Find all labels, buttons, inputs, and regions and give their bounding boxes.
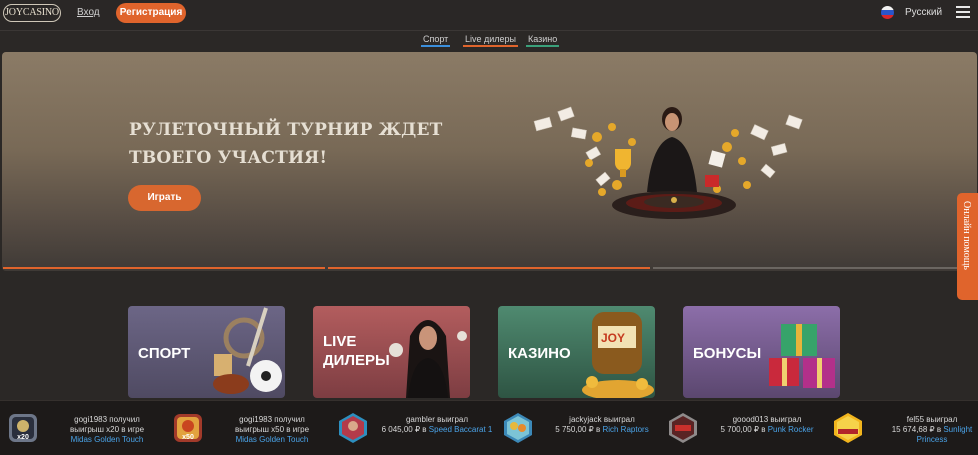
win-5-amount: 5 700,00 ₽ в	[720, 425, 766, 434]
tab-casino-underline	[526, 45, 560, 47]
midas-golden-touch-thumb: x20	[9, 414, 37, 442]
slot-machine-icon: JOY	[582, 312, 654, 398]
category-card-casino[interactable]: КАЗИНО JOY	[498, 306, 655, 398]
roulette-dealer-illustration	[533, 106, 803, 219]
win-4-amount: 5 750,00 ₽ в	[555, 425, 601, 434]
category-card-bonuses[interactable]: БОНУСЫ	[683, 306, 840, 398]
category-card-sport[interactable]: СПОРТ	[128, 306, 285, 398]
tab-sport[interactable]: Спорт	[421, 34, 451, 47]
win-3-user: gambler выиграл	[405, 415, 469, 424]
russia-flag-icon[interactable]	[881, 6, 894, 19]
banner-slide-indicator	[3, 267, 975, 270]
slide-indicator-2[interactable]	[328, 267, 650, 269]
top-bar: JOYCASINO Вход Регистрация Русский	[0, 0, 978, 30]
win-1-user: gogi1983 получил	[74, 415, 140, 424]
win-3-text: gambler выиграл 6 045,00 ₽ в Speed Bacca…	[381, 415, 493, 435]
register-button[interactable]: Регистрация	[116, 3, 186, 23]
slide-indicator-3[interactable]	[653, 267, 975, 269]
win-6-amount: 15 674,68 ₽ в	[891, 425, 942, 434]
recent-wins-ticker: x20 gogi1983 получил выигрыш x20 в игре …	[0, 400, 978, 455]
win-6-amount-and-game: 15 674,68 ₽ в Sunlight Princess	[876, 425, 978, 445]
win-2-game-link[interactable]: Midas Golden Touch	[216, 435, 328, 445]
win-4-user: jackyjack выиграл	[569, 415, 635, 424]
category-card-live-dealers[interactable]: LIVE ДИЛЕРЫ	[313, 306, 470, 398]
svg-text:JOY: JOY	[601, 331, 625, 345]
tab-live-dealers[interactable]: Live дилеры	[463, 34, 519, 47]
win-1-amount: выигрыш x20 в игре	[69, 425, 145, 434]
tab-live-dealers-label: Live дилеры	[465, 34, 517, 44]
win-2-amount: выигрыш x50 в игре	[234, 425, 310, 434]
tab-casino[interactable]: Казино	[526, 34, 560, 47]
login-link[interactable]: Вход	[77, 7, 100, 18]
speed-baccarat-thumb	[339, 413, 367, 443]
gift-boxes-icon	[769, 324, 835, 388]
win-1-text: gogi1983 получил выигрыш x20 в игре Mida…	[51, 415, 163, 445]
online-help-button[interactable]: Онлайн помощь	[957, 193, 978, 300]
sunlight-princess-thumb	[834, 413, 862, 443]
punk-rocker-thumb	[669, 413, 697, 443]
win-4-text: jackyjack выиграл 5 750,00 ₽ в Rich Rapt…	[546, 415, 658, 435]
win-2-text: gogi1983 получил выигрыш x50 в игре Mida…	[216, 415, 328, 445]
category-label-bonuses: БОНУСЫ	[693, 345, 762, 362]
hero-title: РУЛЕТОЧНЫЙ ТУРНИР ЖДЕТ ТВОЕГО УЧАСТИЯ!	[129, 116, 459, 172]
win-1-badge: x20	[17, 434, 29, 441]
win-6-user: fel55 выиграл	[906, 415, 958, 424]
win-1-game-link[interactable]: Midas Golden Touch	[51, 435, 163, 445]
language-selector[interactable]: Русский	[905, 7, 942, 18]
hero-title-line1: РУЛЕТОЧНЫЙ ТУРНИР ЖДЕТ	[129, 120, 443, 140]
win-2-user: gogi1983 получил	[239, 415, 305, 424]
win-4-amount-and-game: 5 750,00 ₽ в Rich Raptors	[546, 425, 658, 435]
joycasino-logo[interactable]: JOYCASINO	[3, 4, 61, 22]
live-dealer-icon	[389, 320, 467, 398]
win-5-text: goood013 выиграл 5 700,00 ₽ в Punk Rocke…	[711, 415, 823, 435]
hero-title-line2: ТВОЕГО УЧАСТИЯ!	[129, 148, 328, 168]
play-button[interactable]: Играть	[128, 185, 201, 211]
tab-sport-underline	[421, 45, 451, 47]
online-help-label: Онлайн помощь	[961, 201, 972, 270]
win-3-game-link[interactable]: Speed Baccarat 1	[429, 425, 493, 434]
win-3-amount: 6 045,00 ₽ в	[381, 425, 427, 434]
win-5-amount-and-game: 5 700,00 ₽ в Punk Rocker	[711, 425, 823, 435]
category-label-live-dealers: LIVE ДИЛЕРЫ	[323, 332, 390, 370]
tab-sport-label: Спорт	[423, 34, 449, 44]
win-3-amount-and-game: 6 045,00 ₽ в Speed Baccarat 1	[381, 425, 493, 435]
header-divider	[0, 30, 978, 31]
win-2-badge: x50	[182, 434, 194, 441]
midas-golden-touch-thumb: x50	[174, 414, 202, 442]
win-5-user: goood013 выиграл	[732, 415, 802, 424]
rich-raptors-thumb	[504, 413, 532, 443]
hamburger-menu-icon[interactable]	[956, 6, 970, 18]
slide-indicator-1[interactable]	[3, 267, 325, 269]
hero-banner[interactable]: РУЛЕТОЧНЫЙ ТУРНИР ЖДЕТ ТВОЕГО УЧАСТИЯ! И…	[2, 52, 977, 271]
sport-balls-icon	[213, 307, 282, 394]
win-5-game-link[interactable]: Punk Rocker	[768, 425, 814, 434]
win-6-text: fel55 выиграл 15 674,68 ₽ в Sunlight Pri…	[876, 415, 978, 445]
category-label-sport: СПОРТ	[138, 345, 191, 362]
category-label-dealers: ДИЛЕРЫ	[323, 352, 390, 369]
category-label-casino: КАЗИНО	[508, 345, 571, 362]
win-4-game-link[interactable]: Rich Raptors	[602, 425, 648, 434]
tab-live-dealers-underline	[463, 45, 519, 47]
tab-casino-label: Казино	[528, 34, 558, 44]
category-label-live: LIVE	[323, 333, 357, 350]
